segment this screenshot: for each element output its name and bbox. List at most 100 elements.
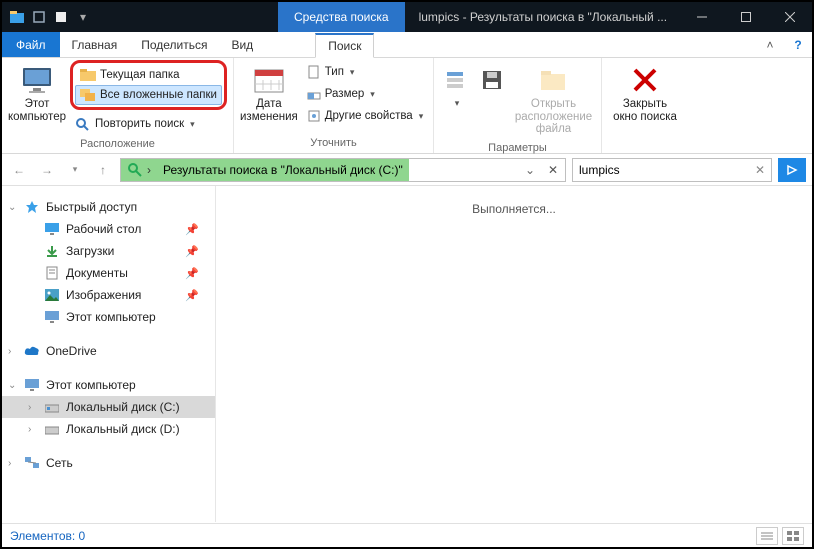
- pin-icon: 📌: [185, 289, 199, 302]
- search-box[interactable]: ✕: [572, 158, 772, 182]
- context-tab-search-tools: Средства поиска: [278, 2, 405, 32]
- date-modified-button[interactable]: Дата изменения: [238, 60, 300, 127]
- date-modified-label: Дата изменения: [240, 98, 298, 123]
- all-subfolders-button[interactable]: Все вложенные папки: [75, 85, 222, 105]
- tab-home[interactable]: Главная: [60, 32, 130, 57]
- pin-icon: 📌: [185, 245, 199, 258]
- recent-searches-button[interactable]: ▾: [438, 60, 474, 113]
- pin-icon: 📌: [185, 223, 199, 236]
- tree-documents[interactable]: Документы 📌: [2, 262, 215, 284]
- this-pc-label: Этот компьютер: [8, 98, 66, 123]
- chevron-right-icon[interactable]: ›: [8, 458, 11, 469]
- folder-open-icon: [538, 64, 570, 96]
- maximize-button[interactable]: [724, 2, 768, 32]
- list-dropdown-icon: [440, 64, 472, 96]
- help-button[interactable]: ?: [784, 32, 812, 57]
- chevron-down-icon[interactable]: ⌄: [8, 380, 16, 391]
- all-subfolders-label: Все вложенные папки: [100, 89, 217, 101]
- properties-icon: [307, 109, 321, 123]
- tab-search[interactable]: Поиск: [315, 33, 374, 58]
- tree-label: OneDrive: [46, 344, 97, 358]
- nav-up-button[interactable]: ↑: [92, 159, 114, 181]
- search-again-icon: [75, 117, 91, 131]
- address-bar[interactable]: › Результаты поиска в "Локальный диск (C…: [120, 158, 566, 182]
- ribbon: Этот компьютер Текущая папка Все вложенн…: [2, 58, 812, 154]
- save-search-button[interactable]: [474, 60, 510, 100]
- folders-icon: [80, 88, 96, 102]
- drive-icon: [44, 399, 60, 415]
- search-go-button[interactable]: [778, 158, 806, 182]
- chevron-down-icon: ▾: [419, 111, 424, 122]
- nav-forward-button[interactable]: →: [36, 159, 58, 181]
- group-location-label: Расположение: [6, 136, 229, 152]
- tab-view[interactable]: Вид: [219, 32, 265, 57]
- chevron-right-icon[interactable]: ›: [28, 402, 31, 413]
- item-count: Элементов: 0: [10, 529, 85, 543]
- type-button[interactable]: Тип▾: [302, 62, 429, 82]
- address-dropdown[interactable]: ⌄: [519, 159, 541, 181]
- close-search-button[interactable]: Закрыть окно поиска: [606, 60, 684, 127]
- search-input[interactable]: [579, 163, 755, 177]
- nav-history-button[interactable]: ▾: [64, 159, 86, 181]
- title-bar: ▾ Средства поиска lumpics - Результаты п…: [2, 2, 812, 32]
- other-properties-button[interactable]: Другие свойства▾: [302, 106, 429, 126]
- desktop-icon: [44, 221, 60, 237]
- ribbon-collapse-button[interactable]: ˄: [756, 32, 784, 57]
- tab-file[interactable]: Файл: [2, 32, 60, 57]
- tree-label: Сеть: [46, 456, 73, 470]
- this-pc-button[interactable]: Этот компьютер: [6, 60, 68, 127]
- file-icon: [307, 65, 321, 79]
- tree-this-pc-qa[interactable]: Этот компьютер: [2, 306, 215, 328]
- navigation-pane[interactable]: ⌄ Быстрый доступ Рабочий стол 📌 Загрузки…: [2, 186, 216, 522]
- tree-this-pc[interactable]: ⌄ Этот компьютер: [2, 374, 215, 396]
- ribbon-tabs: Файл Главная Поделиться Вид Поиск ˄ ?: [2, 32, 812, 58]
- chevron-down-icon[interactable]: ⌄: [8, 202, 16, 213]
- tree-quick-access[interactable]: ⌄ Быстрый доступ: [2, 196, 215, 218]
- chevron-down-icon: ▾: [190, 119, 195, 130]
- details-view-button[interactable]: [756, 527, 778, 545]
- size-button[interactable]: Размер▾: [302, 84, 429, 104]
- dropdown-icon[interactable]: ▾: [74, 8, 92, 26]
- tree-desktop[interactable]: Рабочий стол 📌: [2, 218, 215, 240]
- tree-disk-d[interactable]: › Локальный диск (D:): [2, 418, 215, 440]
- tree-downloads[interactable]: Загрузки 📌: [2, 240, 215, 262]
- close-search-label: Закрыть окно поиска: [613, 98, 677, 123]
- clear-search-icon[interactable]: ✕: [755, 163, 765, 177]
- qat-item-icon[interactable]: [30, 8, 48, 26]
- close-button[interactable]: [768, 2, 812, 32]
- tree-onedrive[interactable]: › OneDrive: [2, 340, 215, 362]
- group-refine-label: Уточнить: [238, 135, 429, 151]
- minimize-button[interactable]: [680, 2, 724, 32]
- qat-item-icon[interactable]: [52, 8, 70, 26]
- breadcrumb-text[interactable]: Результаты поиска в "Локальный диск (C:)…: [163, 163, 403, 177]
- search-again-button[interactable]: Повторить поиск ▾: [70, 114, 227, 134]
- highlight-annotation: Текущая папка Все вложенные папки: [70, 60, 227, 110]
- tree-label: Этот компьютер: [66, 310, 156, 324]
- current-folder-label: Текущая папка: [100, 69, 180, 81]
- group-params-label: Параметры: [438, 140, 597, 156]
- calendar-icon: [253, 64, 285, 96]
- chevron-down-icon: ▾: [370, 89, 375, 100]
- status-bar: Элементов: 0: [2, 523, 812, 547]
- tree-disk-c[interactable]: › Локальный диск (C:): [2, 396, 215, 418]
- nav-back-button[interactable]: ←: [8, 159, 30, 181]
- chevron-right-icon[interactable]: ›: [28, 424, 31, 435]
- tree-network[interactable]: › Сеть: [2, 452, 215, 474]
- window-title: lumpics - Результаты поиска в "Локальный…: [405, 2, 675, 32]
- chevron-right-icon: ›: [147, 163, 151, 177]
- thumbnails-view-button[interactable]: [782, 527, 804, 545]
- quick-access-toolbar: ▾: [2, 2, 98, 32]
- tree-label: Быстрый доступ: [46, 200, 137, 214]
- open-location-button: Открыть расположение файла: [510, 60, 597, 140]
- content-pane[interactable]: Выполняется...: [216, 186, 812, 522]
- monitor-icon: [21, 64, 53, 96]
- tree-pictures[interactable]: Изображения 📌: [2, 284, 215, 306]
- tab-share[interactable]: Поделиться: [129, 32, 219, 57]
- cloud-icon: [24, 343, 40, 359]
- folder-icon: [80, 68, 96, 82]
- tree-label: Рабочий стол: [66, 222, 141, 236]
- chevron-right-icon[interactable]: ›: [8, 346, 11, 357]
- current-folder-button[interactable]: Текущая папка: [75, 65, 222, 85]
- star-icon: [24, 199, 40, 215]
- stop-refresh-button[interactable]: ✕: [541, 163, 565, 177]
